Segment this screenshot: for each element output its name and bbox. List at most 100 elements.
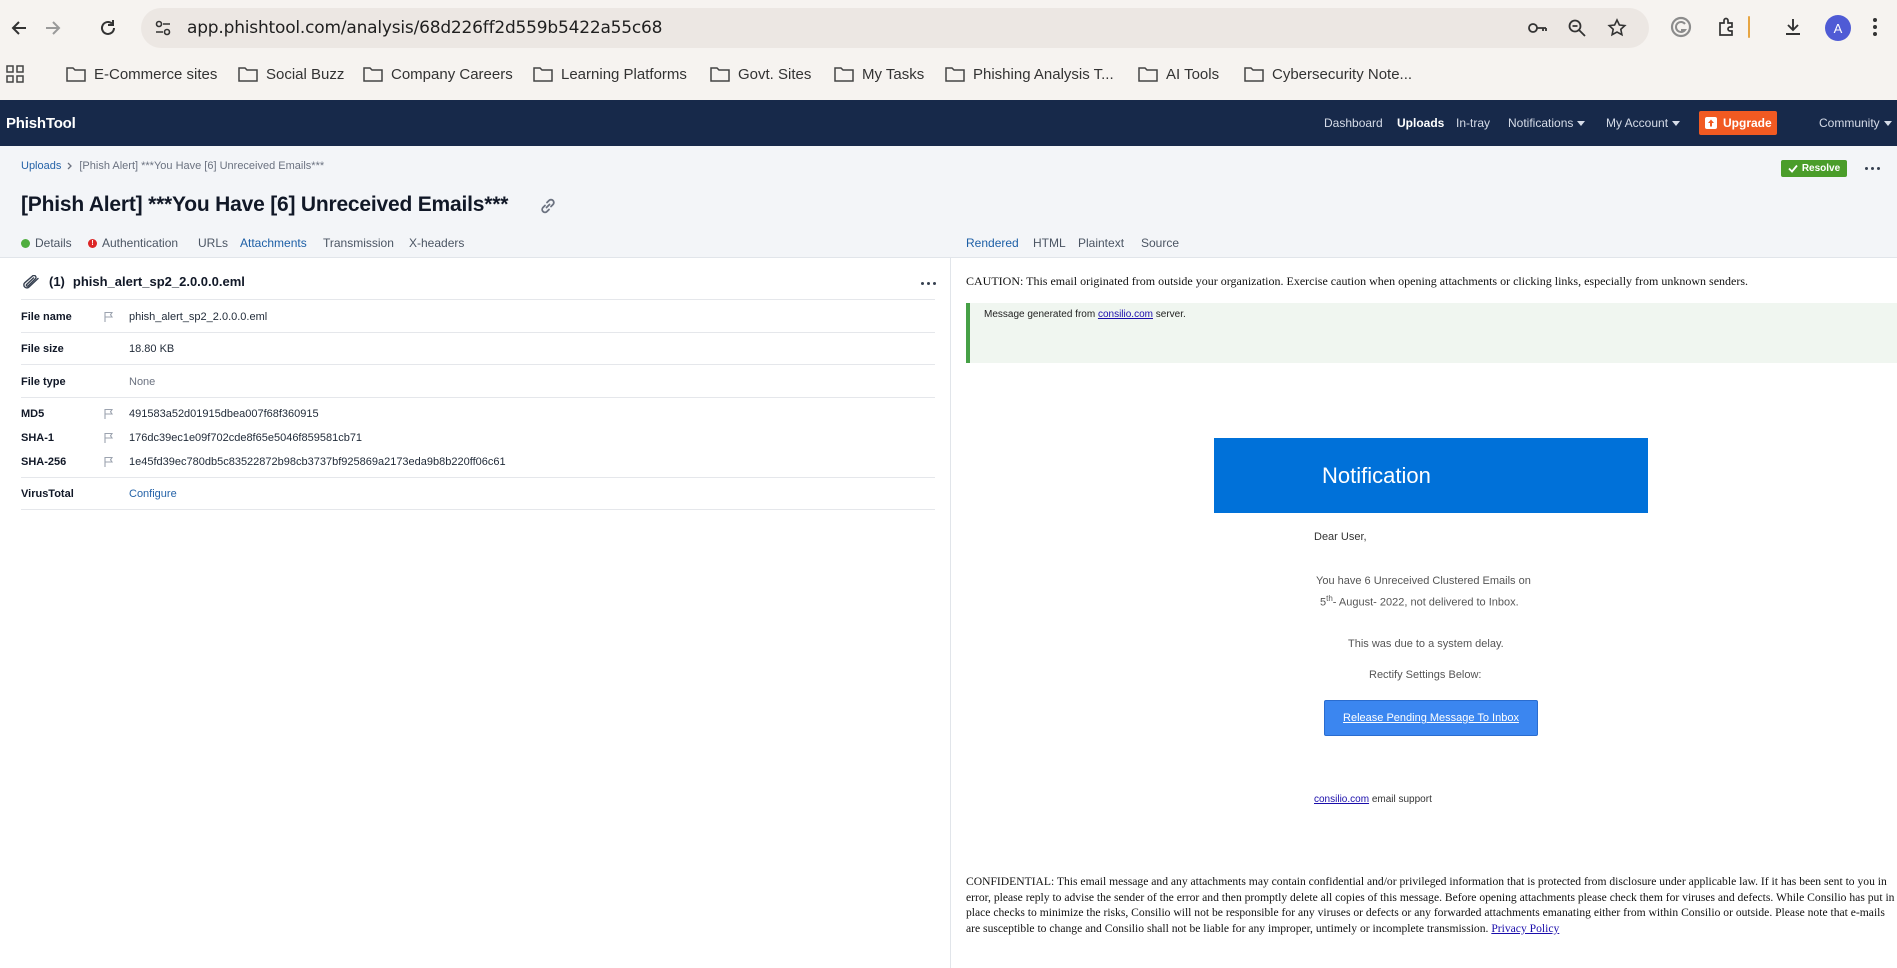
- folder-icon: [710, 67, 730, 82]
- more-options-icon[interactable]: [1865, 167, 1880, 170]
- tab-urls[interactable]: URLs: [198, 236, 228, 250]
- file-name-value: phish_alert_sp2_2.0.0.0.eml: [129, 311, 268, 323]
- reload-button[interactable]: [90, 10, 126, 46]
- bookmark-label: Company Careers: [391, 65, 513, 83]
- file-name-label: File name: [21, 311, 72, 323]
- attachment-name: phish_alert_sp2_2.0.0.0.eml: [72, 274, 245, 289]
- paperclip-icon: [23, 274, 39, 289]
- confidential-text: CONFIDENTIAL: This email message and any…: [966, 875, 1895, 935]
- bookmark-ecommerce[interactable]: E-Commerce sites: [66, 62, 217, 86]
- upgrade-button[interactable]: Upgrade: [1699, 111, 1777, 135]
- nav-dashboard[interactable]: Dashboard: [1324, 116, 1383, 130]
- email-line-4: Rectify Settings Below:: [1369, 669, 1482, 681]
- apps-grid-icon[interactable]: [6, 62, 24, 86]
- virustotal-configure-link[interactable]: Configure: [129, 488, 177, 500]
- folder-icon: [1244, 67, 1264, 82]
- key-icon[interactable]: [1525, 16, 1549, 40]
- row-divider: [21, 332, 935, 333]
- brand-logo[interactable]: PhishTool: [6, 115, 76, 132]
- resolve-button[interactable]: Resolve: [1781, 160, 1847, 177]
- generated-notice: Message generated from consilio.com serv…: [966, 303, 1897, 363]
- grammarly-icon[interactable]: [1666, 12, 1696, 42]
- nav-my-account[interactable]: My Account: [1606, 116, 1681, 130]
- tab-details[interactable]: Details: [21, 236, 72, 250]
- tab-authentication[interactable]: ! Authentication: [88, 236, 178, 250]
- bookmark-social-buzz[interactable]: Social Buzz: [238, 62, 344, 86]
- toolbar-separator: [1745, 12, 1753, 42]
- bookmark-star-icon[interactable]: [1605, 16, 1629, 40]
- panel-divider: [950, 258, 951, 968]
- sha256-value: 1e45fd39ec780db5c83522872b98cb3737bf9258…: [129, 456, 506, 468]
- nav-notifications[interactable]: Notifications: [1508, 116, 1586, 130]
- bookmark-label: My Tasks: [862, 65, 925, 83]
- resolve-label: Resolve: [1801, 163, 1841, 174]
- bookmark-label: AI Tools: [1166, 65, 1220, 83]
- sha1-value: 176dc39ec1e09f702cde8f65e5046f859581cb71: [129, 432, 363, 444]
- bookmark-phishing-analysis[interactable]: Phishing Analysis T...: [945, 62, 1114, 86]
- support-link[interactable]: consilio.com: [1314, 794, 1369, 805]
- generated-prefix: Message generated from: [984, 309, 1096, 320]
- row-divider: [21, 477, 935, 478]
- check-icon: [1788, 164, 1798, 173]
- attachment-more-icon[interactable]: [921, 282, 936, 285]
- email-date-rest: - August- 2022, not delivered to Inbox.: [1332, 596, 1519, 609]
- tab-transmission[interactable]: Transmission: [323, 236, 394, 250]
- url-text[interactable]: app.phishtool.com/analysis/68d226ff2d559…: [187, 18, 662, 38]
- flag-icon[interactable]: [103, 456, 115, 468]
- file-size-label: File size: [21, 343, 64, 355]
- notification-title: Notification: [1322, 462, 1431, 488]
- breadcrumb-uploads[interactable]: Uploads: [21, 160, 61, 172]
- tab-html[interactable]: HTML: [1033, 236, 1066, 250]
- chrome-menu-icon[interactable]: [1860, 12, 1890, 42]
- site-info-icon[interactable]: [151, 16, 175, 40]
- md5-label: MD5: [21, 408, 45, 420]
- email-line-2: 5th- August- 2022, not delivered to Inbo…: [1320, 594, 1519, 609]
- attachment-index: (1): [49, 274, 65, 289]
- chevron-down-icon: [1577, 120, 1586, 126]
- folder-icon: [834, 67, 854, 82]
- bookmark-company-careers[interactable]: Company Careers: [363, 62, 513, 86]
- row-divider: [21, 397, 935, 398]
- tab-source[interactable]: Source: [1141, 236, 1179, 250]
- status-ok-icon: [21, 238, 30, 248]
- generated-notice-text: Message generated from consilio.com serv…: [984, 309, 1186, 320]
- link-icon[interactable]: [538, 196, 558, 216]
- bookmark-label: Phishing Analysis T...: [973, 65, 1114, 83]
- upgrade-label: Upgrade: [1723, 116, 1772, 130]
- nav-community[interactable]: Community: [1819, 116, 1892, 130]
- tab-xheaders[interactable]: X-headers: [409, 236, 464, 250]
- generated-suffix: server.: [1155, 309, 1186, 320]
- tab-plaintext[interactable]: Plaintext: [1078, 236, 1124, 250]
- bookmark-ai-tools[interactable]: AI Tools: [1138, 62, 1219, 86]
- tab-attachments[interactable]: Attachments: [240, 236, 307, 250]
- tab-rendered[interactable]: Rendered: [966, 236, 1019, 250]
- profile-avatar[interactable]: A: [1825, 15, 1851, 41]
- arrow-right-icon: [46, 21, 61, 35]
- page-title: [Phish Alert] ***You Have [6] Unreceived…: [21, 193, 508, 217]
- arrow-left-icon: [11, 21, 26, 35]
- bookmark-label: Social Buzz: [266, 65, 345, 83]
- bookmark-cybersecurity-notes[interactable]: Cybersecurity Note...: [1244, 62, 1412, 86]
- privacy-policy-link[interactable]: Privacy Policy: [1491, 922, 1559, 935]
- generated-link[interactable]: consilio.com: [1098, 309, 1153, 320]
- zoom-icon[interactable]: [1565, 16, 1589, 40]
- back-button[interactable]: [2, 10, 38, 46]
- bookmark-my-tasks[interactable]: My Tasks: [834, 62, 924, 86]
- forward-button[interactable]: [34, 10, 70, 46]
- address-bar[interactable]: app.phishtool.com/analysis/68d226ff2d559…: [141, 8, 1649, 48]
- download-icon[interactable]: [1778, 12, 1808, 42]
- bookmark-learning-platforms[interactable]: Learning Platforms: [533, 62, 687, 86]
- release-pending-button[interactable]: Release Pending Message To Inbox: [1324, 700, 1538, 736]
- extensions-icon[interactable]: [1712, 12, 1742, 42]
- flag-icon[interactable]: [103, 432, 115, 444]
- file-size-value: 18.80 KB: [129, 343, 175, 355]
- flag-icon[interactable]: [103, 311, 115, 323]
- nav-intray[interactable]: In-tray: [1456, 116, 1490, 130]
- flag-icon[interactable]: [103, 408, 115, 420]
- email-greeting: Dear User,: [1314, 531, 1367, 543]
- status-error-icon: !: [88, 238, 97, 248]
- nav-uploads[interactable]: Uploads: [1397, 116, 1444, 130]
- folder-icon: [363, 67, 383, 82]
- bookmark-govt-sites[interactable]: Govt. Sites: [710, 62, 811, 86]
- reload-icon: [101, 20, 115, 35]
